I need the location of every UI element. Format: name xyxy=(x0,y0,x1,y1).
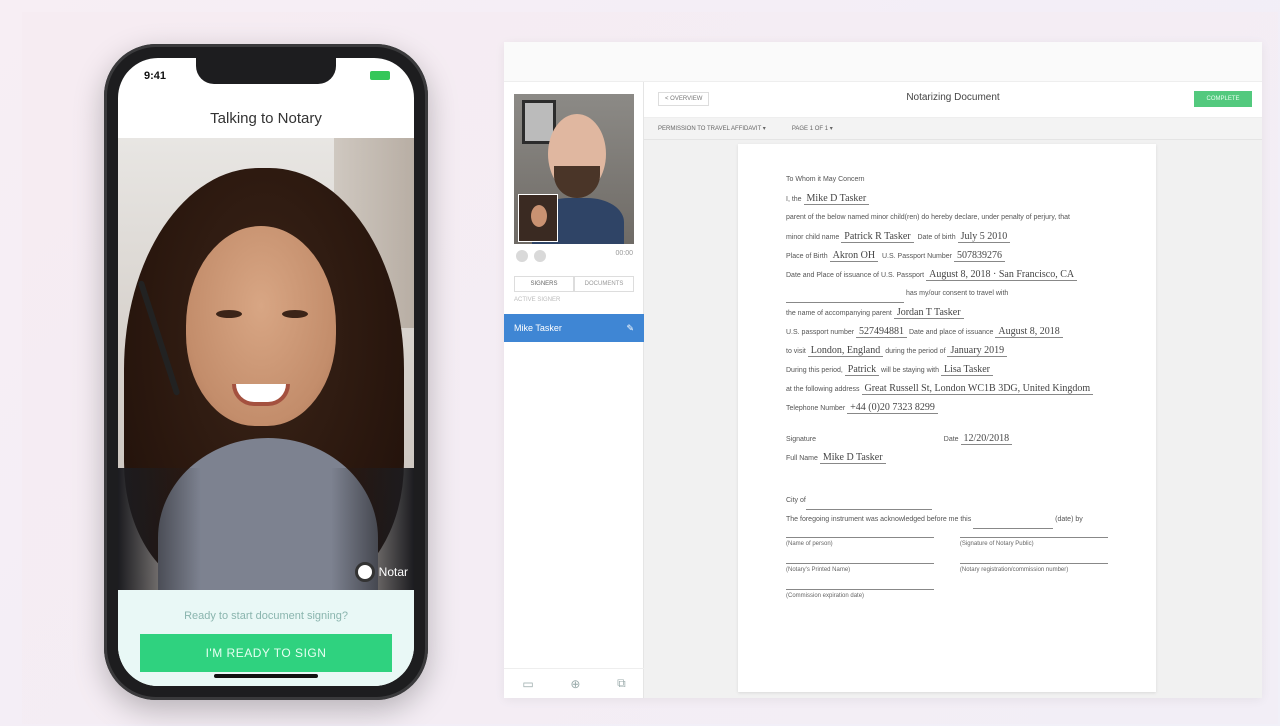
doc-line: parent of the below named minor child(re… xyxy=(786,214,1070,221)
notary-printed-name-field[interactable]: (Notary's Printed Name) xyxy=(786,563,935,573)
phone-bottom-panel: Ready to start document signing? I'M REA… xyxy=(118,590,414,686)
eye-icon xyxy=(216,310,242,318)
tab-signers[interactable]: SIGNERS xyxy=(514,276,574,292)
filled-field[interactable]: Lisa Tasker xyxy=(940,364,994,376)
active-signer-label: ACTIVE SIGNER xyxy=(514,297,561,303)
doc-line: Full Name Mike D Tasker xyxy=(786,448,1108,467)
filled-field[interactable]: London, England xyxy=(807,345,884,357)
doc-line: I, the Mike D Tasker xyxy=(786,189,1108,208)
doc-line: at the following address Great Russell S… xyxy=(786,379,1108,398)
ready-to-sign-button[interactable]: I'M READY TO SIGN xyxy=(140,634,392,672)
notary-commission-field[interactable]: (Notary registration/commission number) xyxy=(959,563,1108,573)
signer-video-feed xyxy=(514,94,634,244)
doc-line: to visit London, England during the peri… xyxy=(786,341,1108,360)
document-header: < OVERVIEW Notarizing Document COMPLETE xyxy=(644,82,1262,118)
notary-logo-icon xyxy=(354,562,375,582)
doc-line: Date and Place of issuance of U.S. Passp… xyxy=(786,265,1108,284)
filled-field[interactable]: 507839276 xyxy=(953,250,1005,262)
chat-icon[interactable]: ▭ xyxy=(522,677,533,691)
camera-icon[interactable] xyxy=(534,250,546,262)
notary-signature-row: (Notary's Printed Name) (Notary registra… xyxy=(786,563,1108,573)
document-page: To Whom it May Concern I, the Mike D Tas… xyxy=(738,144,1156,692)
add-participant-icon[interactable]: ⊕ xyxy=(570,677,580,691)
tab-documents[interactable]: DOCUMENTS xyxy=(574,276,634,292)
sidebar-tabs: SIGNERS DOCUMENTS xyxy=(514,276,634,292)
browser-topbar xyxy=(504,42,1262,82)
call-timer: 00:00 xyxy=(615,250,633,257)
document-selector[interactable]: PERMISSION TO TRAVEL AFFIDAVIT ▾ xyxy=(658,125,766,132)
filled-field[interactable]: July 5 2010 xyxy=(957,231,1011,243)
doc-line: Signature Date 12/20/2018 xyxy=(786,429,1108,448)
notary-signature-field[interactable]: (Signature of Notary Public) xyxy=(959,537,1108,547)
doc-line: Telephone Number +44 (0)20 7323 8299 xyxy=(786,398,1108,417)
filled-field[interactable]: August 8, 2018 · San Francisco, CA xyxy=(926,269,1078,281)
commission-expiration-field[interactable]: (Commission expiration date) xyxy=(786,589,935,599)
filled-field[interactable]: Mike D Tasker xyxy=(819,452,886,464)
page-selector[interactable]: PAGE 1 OF 1 ▾ xyxy=(792,125,833,132)
phone-title: Talking to Notary xyxy=(210,110,322,127)
filled-field[interactable]: 527494881 xyxy=(856,326,908,338)
sidebar-bottom-toolbar: ▭ ⊕ ⧉ xyxy=(504,668,644,698)
doc-line: During this period, Patrick will be stay… xyxy=(786,360,1108,379)
screen-share-icon[interactable]: ⧉ xyxy=(617,676,626,691)
phone-notch xyxy=(196,58,336,84)
status-time: 9:41 xyxy=(144,70,167,82)
doc-line: U.S. passport number 527494881 Date and … xyxy=(786,322,1108,341)
filled-field[interactable]: Patrick R Tasker xyxy=(841,231,914,243)
doc-line: To Whom it May Concern xyxy=(786,176,865,183)
document-toolbar: PERMISSION TO TRAVEL AFFIDAVIT ▾ PAGE 1 … xyxy=(644,118,1262,140)
document-title: Notarizing Document xyxy=(906,92,1000,103)
pen-icon[interactable]: ✎ xyxy=(626,323,634,334)
name-of-person-field[interactable]: (Name of person) xyxy=(786,537,935,547)
phone-device: 9:41 Talking to Notary Notar Ready to st… xyxy=(104,44,428,700)
signer-item[interactable]: Mike Tasker ✎ xyxy=(504,314,644,342)
signer-name: Mike Tasker xyxy=(514,323,562,333)
filled-field[interactable]: Mike D Tasker xyxy=(803,193,870,205)
battery-icon xyxy=(370,71,390,80)
ready-prompt: Ready to start document signing? xyxy=(184,610,348,622)
signature-field[interactable] xyxy=(818,439,938,448)
filled-field[interactable]: Great Russell St, London WC1B 3DG, Unite… xyxy=(861,383,1094,395)
notary-logo-text: Notar xyxy=(378,565,408,579)
phone-screen: 9:41 Talking to Notary Notar Ready to st… xyxy=(118,58,414,686)
sidebar: 00:00 SIGNERS DOCUMENTS ACTIVE SIGNER Mi… xyxy=(504,82,644,698)
doc-line: The foregoing instrument was acknowledge… xyxy=(786,510,1108,529)
filled-field[interactable]: Akron OH xyxy=(829,250,879,262)
notary-signature-row: (Name of person) (Signature of Notary Pu… xyxy=(786,537,1108,547)
filled-field[interactable]: January 2019 xyxy=(947,345,1008,357)
doc-line: City of xyxy=(786,491,1108,510)
filled-field[interactable]: Patrick xyxy=(844,364,880,376)
notary-video-feed: Notar xyxy=(118,138,414,590)
doc-line: minor child name Patrick R Tasker Date o… xyxy=(786,227,1108,246)
notary-signature-row: (Commission expiration date) xyxy=(786,589,1108,599)
complete-button[interactable]: COMPLETE xyxy=(1194,91,1252,107)
doc-line: has my/our consent to travel with xyxy=(786,284,1108,303)
doc-line: Place of Birth Akron OH U.S. Passport Nu… xyxy=(786,246,1108,265)
document-viewer: To Whom it May Concern I, the Mike D Tas… xyxy=(644,140,1262,698)
notary-logo: Notar xyxy=(354,562,408,582)
mute-icon[interactable] xyxy=(516,250,528,262)
self-view-pip xyxy=(518,194,558,242)
filled-field[interactable]: +44 (0)20 7323 8299 xyxy=(847,402,938,414)
filled-field[interactable]: August 8, 2018 xyxy=(995,326,1063,338)
notary-web-app: 00:00 SIGNERS DOCUMENTS ACTIVE SIGNER Mi… xyxy=(504,42,1262,698)
filled-field[interactable]: 12/20/2018 xyxy=(960,433,1013,445)
filled-field[interactable]: Jordan T Tasker xyxy=(893,307,964,319)
home-indicator[interactable] xyxy=(214,674,318,678)
doc-line: the name of accompanying parent Jordan T… xyxy=(786,303,1108,322)
eye-icon xyxy=(282,310,308,318)
